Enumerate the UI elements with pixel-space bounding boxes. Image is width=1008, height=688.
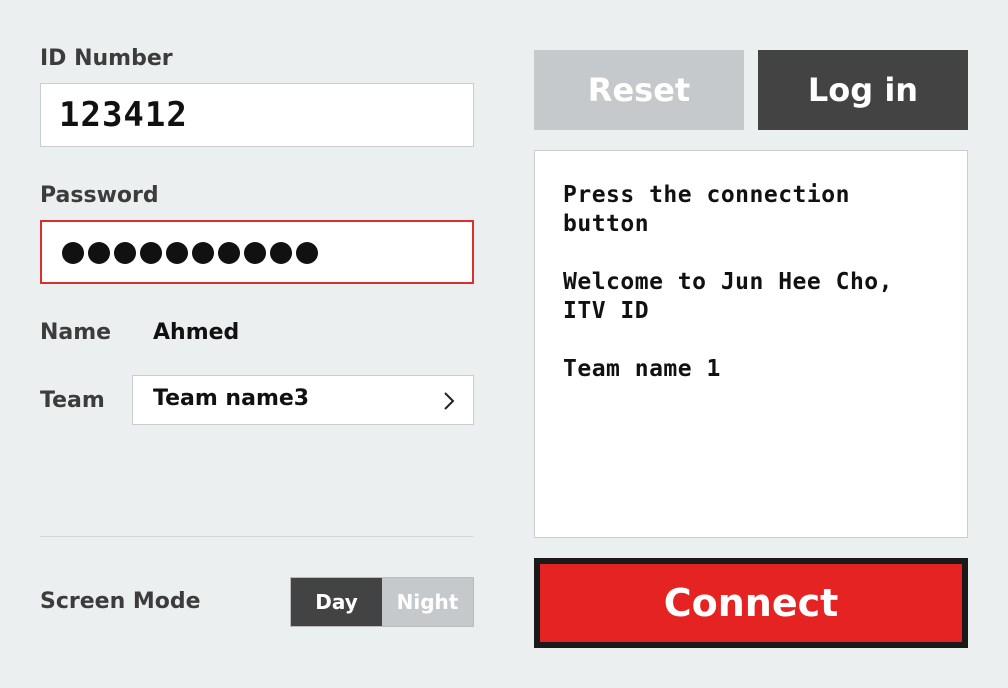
password-dot	[140, 242, 162, 264]
connect-button[interactable]: Connect	[540, 564, 962, 642]
password-dot	[218, 242, 240, 264]
message-team: Team name 1	[563, 356, 721, 382]
password-dot	[296, 242, 318, 264]
team-select[interactable]: Team name3	[132, 375, 474, 425]
password-dot	[62, 242, 84, 264]
screen-mode-night-button[interactable]: Night	[382, 578, 473, 626]
password-label: Password	[40, 183, 159, 208]
password-dot	[244, 242, 266, 264]
name-label: Name	[40, 320, 112, 345]
password-mask	[62, 242, 318, 264]
password-dot	[114, 242, 136, 264]
connect-button-frame: Connect	[534, 558, 968, 648]
screen-mode-day-button[interactable]: Day	[291, 578, 382, 626]
password-dot	[192, 242, 214, 264]
message-welcome: Welcome to Jun Hee Cho, ITV ID	[563, 269, 893, 324]
password-dot	[166, 242, 188, 264]
divider	[40, 536, 474, 537]
name-value: Ahmed	[153, 320, 240, 345]
chevron-right-icon	[444, 392, 455, 410]
screen-mode-toggle: Day Night	[290, 577, 474, 627]
id-number-field[interactable]: 123412	[40, 83, 474, 147]
screen-mode-label: Screen Mode	[40, 589, 201, 614]
login-button[interactable]: Log in	[758, 50, 968, 130]
message-panel: Press the connection button Welcome to J…	[534, 150, 968, 538]
team-label: Team	[40, 388, 105, 413]
id-number-label: ID Number	[40, 46, 173, 71]
password-dot	[270, 242, 292, 264]
team-select-value: Team name3	[153, 386, 310, 411]
reset-button[interactable]: Reset	[534, 50, 744, 130]
password-dot	[88, 242, 110, 264]
password-field[interactable]	[40, 220, 474, 284]
message-connection-prompt: Press the connection button	[563, 182, 850, 237]
id-number-value: 123412	[59, 95, 188, 135]
